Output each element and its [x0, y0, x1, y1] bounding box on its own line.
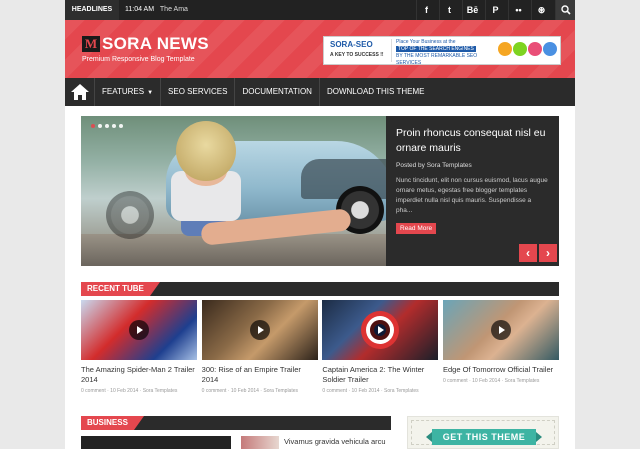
- pinterest-icon[interactable]: P: [485, 0, 505, 20]
- video-card[interactable]: The Amazing Spider-Man 2 Trailer 2014 0 …: [81, 300, 197, 394]
- ad-line-3: BY THE MOST REMARKABLE SEO SERVICES: [396, 53, 478, 66]
- slide-excerpt: Nunc tincidunt, elit non cursus euismod,…: [396, 177, 548, 214]
- site-header: M SORA NEWS Premium Responsive Blog Temp…: [65, 20, 575, 78]
- main-nav: FEATURES ▼ SEO SERVICES DOCUMENTATION DOW…: [65, 78, 575, 106]
- play-icon[interactable]: [490, 320, 511, 340]
- get-theme-widget[interactable]: GET THIS THEME: [407, 416, 559, 449]
- facebook-icon[interactable]: f: [416, 0, 436, 20]
- slider-arrows: ‹ ›: [517, 244, 557, 262]
- slider-dot[interactable]: [98, 124, 102, 128]
- slider-dots: [91, 124, 126, 128]
- slide-title[interactable]: Proin rhoncus consequat nisl eu ornare m…: [396, 126, 549, 156]
- caret-down-icon: ▼: [147, 90, 154, 96]
- featured-slider: Proin rhoncus consequat nisl eu ornare m…: [81, 116, 559, 266]
- social-icons: f t Bē P •• ⊛: [413, 0, 575, 20]
- play-icon[interactable]: [249, 320, 270, 340]
- top-bar: HEADLINES 11:04 AM The Ama f t Bē P •• ⊛: [65, 0, 575, 20]
- video-title[interactable]: Edge Of Tomorrow Official Trailer: [443, 365, 559, 375]
- main-content: Proin rhoncus consequat nisl eu ornare m…: [65, 106, 575, 449]
- prev-arrow-icon[interactable]: ‹: [519, 244, 537, 262]
- section-label: RECENT TUBE: [81, 282, 160, 296]
- flickr-icon[interactable]: ••: [508, 0, 528, 20]
- search-icon[interactable]: [555, 0, 575, 20]
- ad-copy: Place Your Business at the TOP OF THE SE…: [396, 39, 496, 67]
- ad-badge-icon: [498, 42, 512, 56]
- slide-caption: Proin rhoncus consequat nisl eu ornare m…: [386, 116, 559, 266]
- ad-badges: [498, 39, 558, 56]
- ticker-time: 11:04 AM: [125, 6, 155, 13]
- video-thumbnail[interactable]: [322, 300, 439, 360]
- video-card[interactable]: Edge Of Tomorrow Official Trailer 0 comm…: [442, 300, 559, 394]
- behance-icon[interactable]: Bē: [462, 0, 482, 20]
- ad-badge-icon: [543, 42, 557, 56]
- section-label: BUSINESS: [81, 416, 144, 430]
- business-post-title[interactable]: Vivamus gravida vehicula arcu: [284, 437, 386, 446]
- slider-dot[interactable]: [105, 124, 109, 128]
- dribbble-icon[interactable]: ⊛: [531, 0, 551, 20]
- header-ad-banner[interactable]: SORA-SEO A KEY TO SUCCESS !! Place Your …: [323, 36, 561, 67]
- figure-hair: [176, 121, 236, 181]
- video-meta: 0 comment · 10 Feb 2014 · Sora Templates: [322, 388, 419, 394]
- ad-line-1: Place Your Business at the: [396, 39, 456, 45]
- ticker-text[interactable]: The Ama: [160, 6, 188, 13]
- read-more-button[interactable]: Read More: [396, 223, 437, 234]
- video-meta: 0 comment · 10 Feb 2014 · Sora Templates: [201, 388, 299, 394]
- nav-item-features[interactable]: FEATURES ▼: [94, 78, 160, 106]
- video-title[interactable]: Captain America 2: The Winter Soldier Tr…: [322, 365, 438, 385]
- video-thumbnail[interactable]: [442, 300, 559, 360]
- site-tagline: Premium Responsive Blog Template: [82, 56, 195, 63]
- ad-brand-block: SORA-SEO A KEY TO SUCCESS !!: [326, 39, 392, 62]
- video-grid: The Amazing Spider-Man 2 Trailer 2014 0 …: [81, 300, 559, 394]
- section-header-recent: RECENT TUBE: [81, 282, 559, 296]
- video-card[interactable]: 300: Rise of an Empire Trailer 2014 0 co…: [201, 300, 318, 394]
- business-post-image[interactable]: [81, 436, 231, 449]
- slider-dot[interactable]: [112, 124, 116, 128]
- news-ticker[interactable]: 11:04 AM The Ama: [125, 0, 188, 20]
- site-logo-title[interactable]: SORA NEWS: [102, 34, 209, 54]
- video-thumbnail[interactable]: [81, 300, 197, 360]
- business-post-thumb[interactable]: [241, 436, 279, 449]
- section-header-business: BUSINESS: [81, 416, 391, 430]
- play-icon[interactable]: [129, 320, 149, 340]
- slide-image[interactable]: [81, 116, 386, 266]
- nav-item-label: FEATURES: [102, 87, 145, 96]
- slider-dot[interactable]: [119, 124, 123, 128]
- twitter-icon[interactable]: t: [439, 0, 459, 20]
- video-title[interactable]: The Amazing Spider-Man 2 Trailer 2014: [81, 365, 197, 385]
- video-meta: 0 comment · 10 Feb 2014 · Sora Templates: [81, 388, 178, 394]
- ad-brand-sub: A KEY TO SUCCESS !!: [330, 52, 384, 58]
- nav-item-seo-services[interactable]: SEO SERVICES: [160, 78, 234, 106]
- logo-mark[interactable]: M: [82, 36, 100, 52]
- video-meta: 0 comment · 10 Feb 2014 · Sora Templates: [442, 378, 540, 384]
- ad-badge-icon: [513, 42, 527, 56]
- headlines-label: HEADLINES: [65, 0, 119, 20]
- video-card[interactable]: Captain America 2: The Winter Soldier Tr…: [322, 300, 439, 394]
- nav-item-download-theme[interactable]: DOWNLOAD THIS THEME: [318, 78, 432, 106]
- ad-line-2: TOP OF THE SEARCH ENGINES: [396, 46, 476, 52]
- home-icon[interactable]: [68, 81, 92, 103]
- slide-author: Posted by Sora Templates: [396, 162, 472, 169]
- wheel: [106, 191, 154, 239]
- ad-badge-icon: [528, 42, 542, 56]
- video-title[interactable]: 300: Rise of an Empire Trailer 2014: [202, 365, 318, 385]
- get-theme-button[interactable]: GET THIS THEME: [426, 429, 542, 445]
- ad-brand: SORA-SEO: [330, 40, 373, 49]
- next-arrow-icon[interactable]: ›: [539, 244, 557, 262]
- slider-dot[interactable]: [91, 124, 95, 128]
- video-thumbnail[interactable]: [201, 300, 318, 360]
- nav-item-documentation[interactable]: DOCUMENTATION: [234, 78, 318, 106]
